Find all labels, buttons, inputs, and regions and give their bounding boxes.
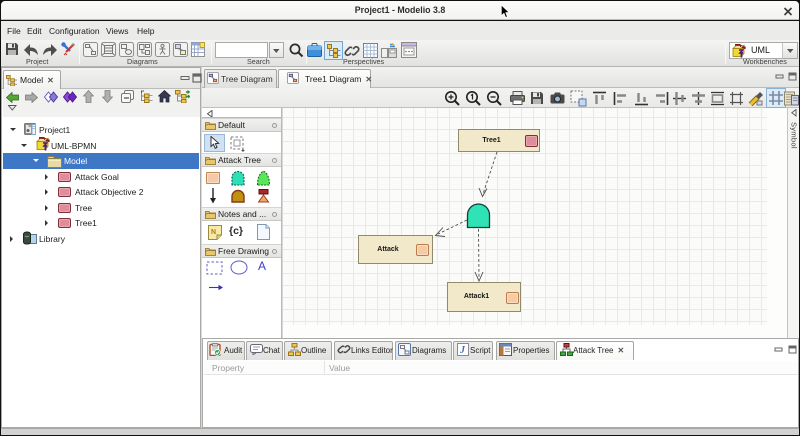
svg-text:N: N bbox=[211, 229, 216, 236]
svg-text:J: J bbox=[459, 345, 466, 356]
